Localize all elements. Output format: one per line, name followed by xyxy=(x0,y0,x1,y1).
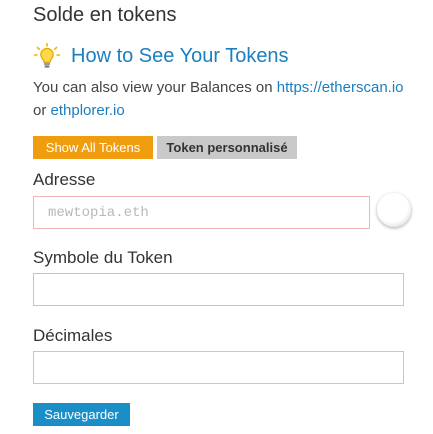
help-text-or: or xyxy=(33,102,51,119)
token-symbol-input[interactable] xyxy=(33,273,404,306)
help-header: How to See Your Tokens xyxy=(33,42,289,70)
section-title: Solde en tokens xyxy=(33,4,177,26)
address-input[interactable] xyxy=(33,196,370,229)
help-description: You can also view your Balances on https… xyxy=(33,76,413,122)
custom-token-button[interactable]: Token personnalisé xyxy=(157,136,297,159)
ethplorer-link[interactable]: ethplorer.io xyxy=(51,102,125,119)
help-title: How to See Your Tokens xyxy=(71,44,289,67)
help-text-before: You can also view your Balances on xyxy=(33,79,277,96)
address-label: Adresse xyxy=(33,170,96,189)
save-button[interactable]: Sauvegarder xyxy=(33,403,130,426)
decimals-input[interactable] xyxy=(33,351,404,384)
etherscan-link[interactable]: https://etherscan.io xyxy=(277,79,404,96)
decimals-label: Décimales xyxy=(33,326,113,345)
show-all-tokens-button[interactable]: Show All Tokens xyxy=(33,136,153,159)
lightbulb-icon xyxy=(33,42,61,70)
token-symbol-label: Symbole du Token xyxy=(33,248,173,267)
identicon-avatar xyxy=(377,193,411,227)
